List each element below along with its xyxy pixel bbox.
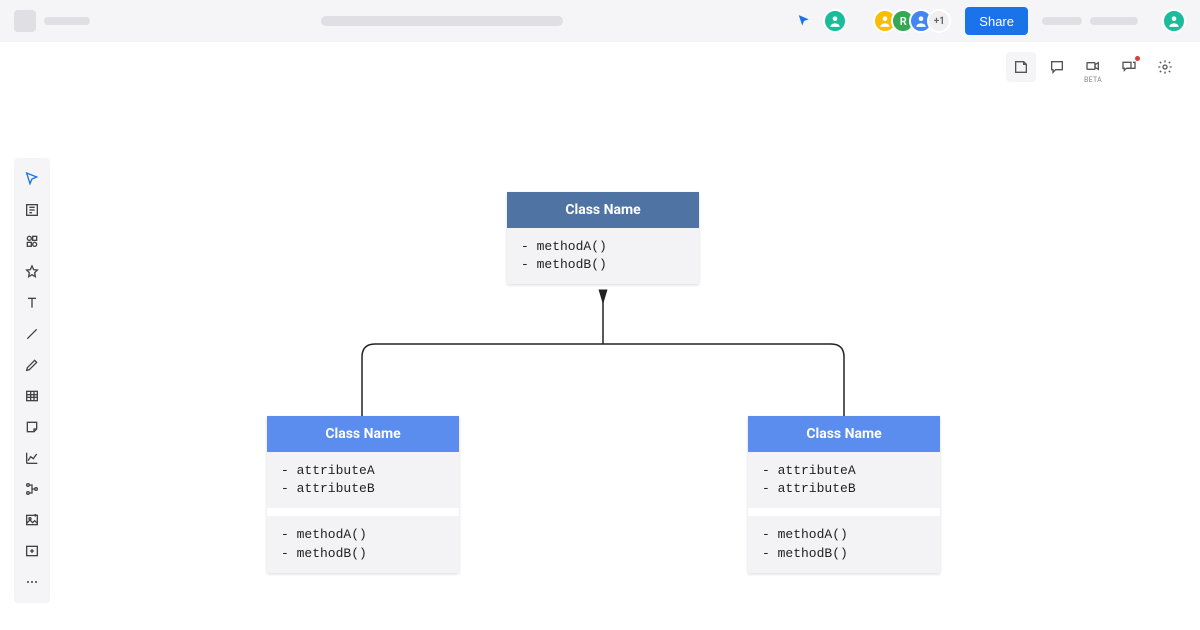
class-box-child-left[interactable]: Class Name - attributeA - attributeB - m…	[267, 416, 459, 573]
class-title[interactable]: Class Name	[267, 416, 459, 452]
toolbar-placeholder	[1090, 17, 1138, 25]
doc-title-placeholder[interactable]	[321, 16, 563, 26]
section-gap	[748, 508, 940, 516]
class-box-child-right[interactable]: Class Name - attributeA - attributeB - m…	[748, 416, 940, 573]
class-attributes[interactable]: - attributeA - attributeB	[267, 452, 459, 508]
class-methods[interactable]: - methodA() - methodB()	[267, 516, 459, 572]
section-gap	[267, 508, 459, 516]
topbar-center	[98, 16, 785, 26]
canvas[interactable]: Class Name - methodA() - methodB() Class…	[0, 42, 1200, 630]
toolbar-placeholder	[1042, 17, 1082, 25]
class-methods[interactable]: - methodA() - methodB()	[748, 516, 940, 572]
top-bar: R +1 Share	[0, 0, 1200, 42]
avatar-overflow[interactable]: +1	[927, 9, 951, 33]
share-button[interactable]: Share	[965, 7, 1028, 35]
user-avatar[interactable]	[1162, 9, 1186, 33]
presence-avatar[interactable]	[823, 9, 847, 33]
breadcrumb-placeholder	[44, 17, 90, 25]
class-methods[interactable]: - methodA() - methodB()	[507, 228, 699, 284]
class-attributes[interactable]: - attributeA - attributeB	[748, 452, 940, 508]
presence-cursor-icon	[793, 11, 815, 31]
inheritance-connector	[260, 289, 940, 419]
class-title[interactable]: Class Name	[507, 192, 699, 228]
class-title[interactable]: Class Name	[748, 416, 940, 452]
collaborator-avatars[interactable]: R +1	[873, 9, 951, 33]
class-box-parent[interactable]: Class Name - methodA() - methodB()	[507, 192, 699, 284]
app-logo[interactable]	[14, 10, 36, 32]
